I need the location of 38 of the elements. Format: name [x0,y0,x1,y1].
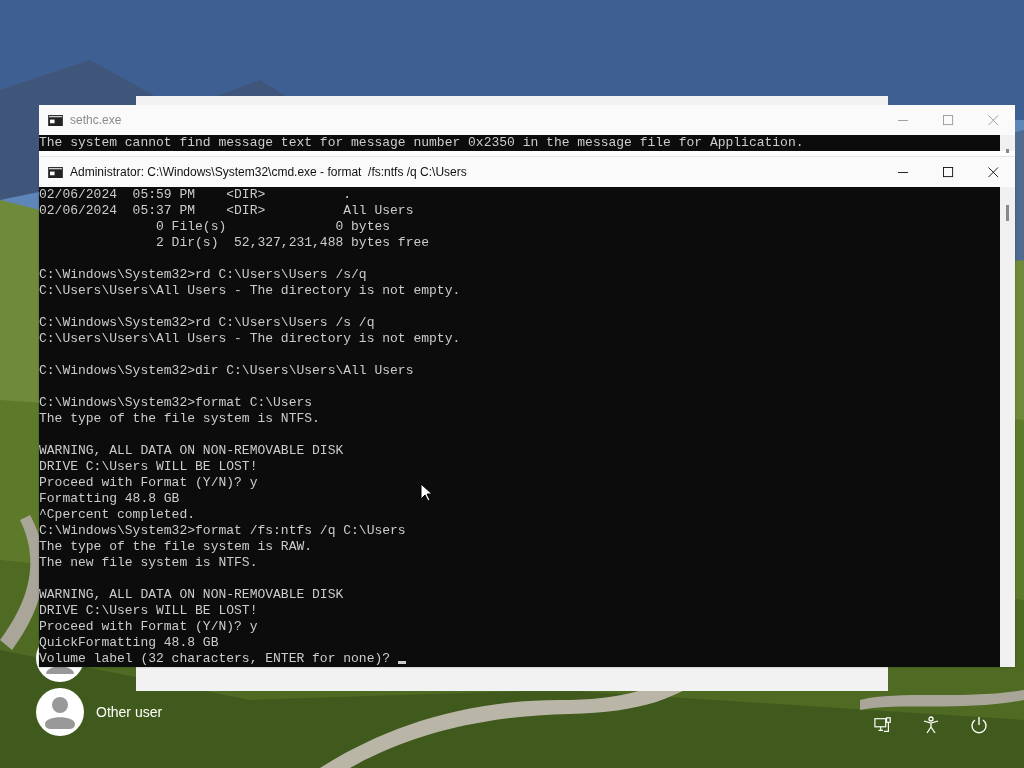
console-line: Volume label (32 characters, ENTER for none)? [39,651,391,666]
console-line: C:\Windows\System32>rd C:\Users\Users /s /q [39,315,375,330]
console-line: 02/06/2024 05:59 PM <DIR> . [39,187,352,202]
console-line: 2 Dir(s) 52,327,231,488 bytes free [155,235,430,250]
window-title: sethc.exe [70,113,123,127]
console-icon [48,166,63,178]
console-line: Proceed with Format (Y/N)? y [39,475,258,490]
network-icon[interactable] [874,716,892,734]
console-line: The type of the file system is RAW. [39,539,313,554]
maximize-icon[interactable] [943,166,954,178]
scrollbar-thumb[interactable] [1006,205,1009,221]
console-line: C:\Users\Users\All Users - The directory is not empty. [39,283,461,298]
console-icon [48,114,63,126]
console-line: C:\Windows\System32>dir C:\Users\Users\All Users [39,363,414,378]
console-line: The system cannot find message text for message number 0x2350 in the message file for Application. [39,135,804,150]
user-name[interactable]: Other user [96,704,163,720]
console-line: 02/06/2024 05:37 PM <DIR> All Users [39,203,414,218]
accessibility-icon[interactable] [922,716,940,734]
console-line: QuickFormatting 48.8 GB [39,635,219,650]
console-line: WARNING, ALL DATA ON NON-REMOVABLE DISK [39,587,344,602]
mouse-pointer-icon [420,483,432,502]
console-line: 0 File(s) 0 bytes [155,219,391,234]
console-line: DRIVE C:\Users WILL BE LOST! [39,459,258,474]
console-line: Formatting 48.8 GB [39,491,180,506]
console-line: C:\Users\Users\All Users - The directory is not empty. [39,331,461,346]
window-title: Administrator: C:\Windows\System32\cmd.exe - format /fs:ntfs /q C:\Users [70,165,468,179]
close-icon[interactable] [988,166,999,178]
console-line: WARNING, ALL DATA ON NON-REMOVABLE DISK [39,443,344,458]
console-line: ^Cpercent completed. [39,507,196,522]
console-line: The new file system is NTFS. [39,555,258,570]
console-line: C:\Windows\System32>format C:\Users [39,395,313,410]
console-line: The type of the file system is NTFS. [39,411,320,426]
scrollbar-thumb[interactable] [1006,149,1009,153]
console-line: Proceed with Format (Y/N)? y [39,619,258,634]
console-line: DRIVE C:\Users WILL BE LOST! [39,603,258,618]
power-icon[interactable] [970,716,988,734]
console-line: C:\Windows\System32>format /fs:ntfs /q C:\Users [39,523,406,538]
console-line: C:\Windows\System32>rd C:\Users\Users /s/q [39,267,367,282]
